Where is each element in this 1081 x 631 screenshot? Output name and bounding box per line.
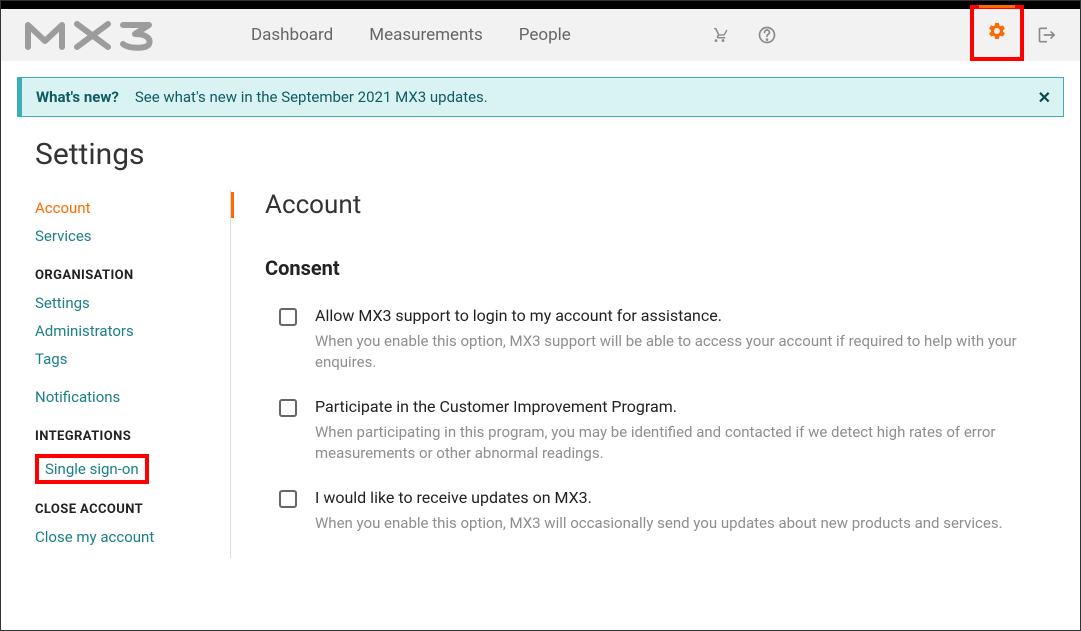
option-title: Allow MX3 support to login to my account… (315, 306, 1064, 325)
sidebar-item-notifications[interactable]: Notifications (35, 383, 230, 411)
checkbox-receive-updates[interactable] (279, 490, 297, 508)
logo (25, 19, 195, 51)
page-title: Settings (35, 137, 1080, 172)
option-title: Participate in the Customer Improvement … (315, 397, 1064, 416)
option-desc: When participating in this program, you … (315, 422, 1064, 464)
help-icon[interactable] (744, 9, 790, 61)
consent-heading: Consent (265, 256, 1064, 280)
nav-measurements[interactable]: Measurements (369, 25, 483, 45)
consent-option: I would like to receive updates on MX3. … (265, 488, 1064, 534)
content-panel: Account Consent Allow MX3 support to log… (231, 190, 1064, 558)
settings-active-bar (979, 5, 1015, 8)
sidebar-item-close-account[interactable]: Close my account (35, 523, 230, 551)
banner-title: What's new? (36, 88, 119, 106)
active-section-marker (231, 192, 234, 218)
option-desc: When you enable this option, MX3 will oc… (315, 513, 1003, 534)
window-titlebar (1, 1, 1080, 9)
nav-dashboard[interactable]: Dashboard (251, 25, 333, 45)
sidebar-heading-organisation: ORGANISATION (35, 268, 230, 283)
sidebar-item-tags[interactable]: Tags (35, 345, 230, 373)
whats-new-banner: What's new? See what's new in the Septem… (17, 77, 1064, 117)
sidebar-item-services[interactable]: Services (35, 222, 230, 250)
content-title: Account (265, 190, 1064, 220)
option-desc: When you enable this option, MX3 support… (315, 331, 1064, 373)
sidebar-item-administrators[interactable]: Administrators (35, 317, 230, 345)
settings-highlight-box (970, 5, 1024, 61)
consent-option: Allow MX3 support to login to my account… (265, 306, 1064, 373)
sidebar-heading-integrations: INTEGRATIONS (35, 429, 230, 444)
sidebar-item-settings[interactable]: Settings (35, 289, 230, 317)
sidebar-heading-close: CLOSE ACCOUNT (35, 502, 230, 517)
checkbox-allow-support[interactable] (279, 308, 297, 326)
banner-text: See what's new in the September 2021 MX3… (135, 88, 488, 106)
sso-highlight-box: Single sign-on (35, 454, 149, 484)
logout-icon[interactable] (1024, 9, 1070, 61)
nav-people[interactable]: People (519, 25, 571, 45)
close-icon[interactable]: ✕ (1038, 88, 1051, 107)
option-title: I would like to receive updates on MX3. (315, 488, 1003, 507)
sidebar-item-sso[interactable]: Single sign-on (45, 460, 139, 478)
sidebar-item-account[interactable]: Account (35, 194, 230, 222)
gear-icon[interactable] (987, 21, 1007, 45)
checkbox-improvement-program[interactable] (279, 399, 297, 417)
cart-icon[interactable] (698, 9, 744, 61)
settings-sidebar: Account Services ORGANISATION Settings A… (35, 190, 231, 558)
top-navbar: Dashboard Measurements People (1, 9, 1080, 61)
consent-option: Participate in the Customer Improvement … (265, 397, 1064, 464)
